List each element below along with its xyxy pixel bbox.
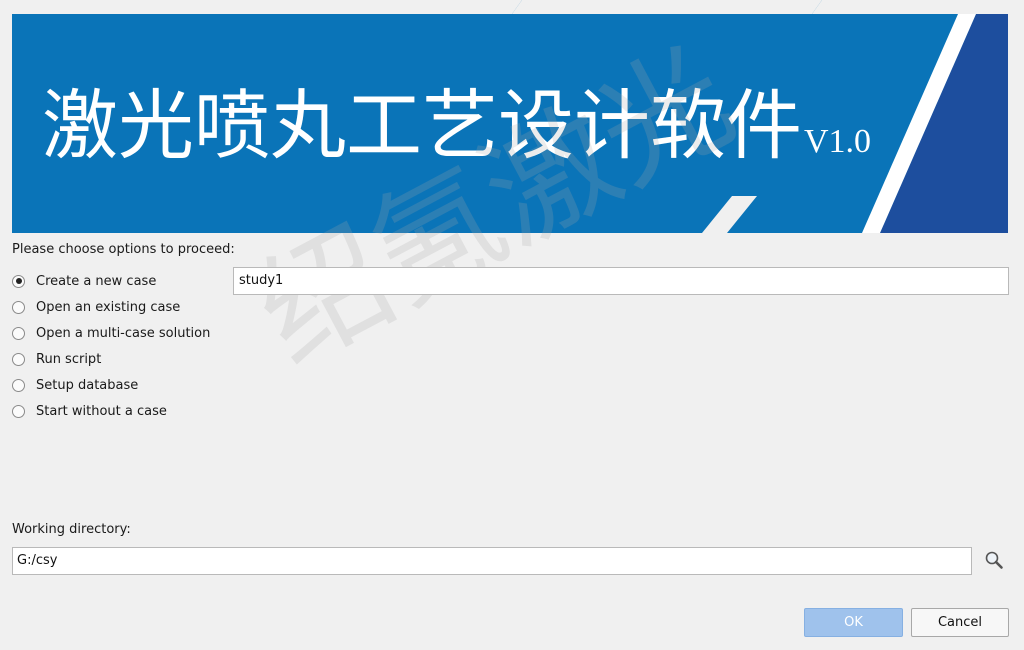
radio-start-without-case[interactable] [12, 404, 25, 418]
option-start-without-case[interactable]: Start without a case [12, 398, 210, 424]
option-open-multi-case[interactable]: Open a multi-case solution [12, 320, 210, 346]
radio-create-new-case[interactable] [12, 274, 25, 288]
radio-setup-database[interactable] [12, 378, 25, 392]
working-directory-input[interactable]: G:/csy [12, 547, 972, 575]
option-label: Create a new case [36, 273, 157, 289]
radio-open-multi-case[interactable] [12, 326, 25, 340]
option-setup-database[interactable]: Setup database [12, 372, 210, 398]
app-version: V1.0 [804, 123, 872, 160]
banner-top-cut [512, 0, 822, 14]
ok-button[interactable]: OK [804, 608, 903, 637]
option-open-existing-case[interactable]: Open an existing case [12, 294, 210, 320]
option-label: Setup database [36, 377, 139, 393]
case-name-input[interactable]: study1 [233, 267, 1009, 295]
options-prompt: Please choose options to proceed: [12, 242, 235, 257]
app-title-text: 激光喷丸工艺设计软件 [42, 81, 802, 170]
option-label: Start without a case [36, 403, 167, 419]
app-title: 激光喷丸工艺设计软件V1.0 [42, 78, 871, 190]
radio-open-existing-case[interactable] [12, 300, 25, 314]
magnifier-icon[interactable] [983, 549, 1005, 571]
banner-top-right-cut [812, 0, 1008, 14]
option-label: Run script [36, 351, 102, 367]
option-run-script[interactable]: Run script [12, 346, 210, 372]
cancel-button[interactable]: Cancel [911, 608, 1009, 637]
option-label: Open an existing case [36, 299, 181, 315]
options-radio-group: Create a new case Open an existing case … [12, 268, 210, 424]
option-label: Open a multi-case solution [36, 325, 211, 341]
header-banner: 激光喷丸工艺设计软件V1.0 [12, 0, 1008, 233]
working-directory-label: Working directory: [12, 522, 131, 537]
option-create-new-case[interactable]: Create a new case [12, 268, 210, 294]
radio-run-script[interactable] [12, 352, 25, 366]
